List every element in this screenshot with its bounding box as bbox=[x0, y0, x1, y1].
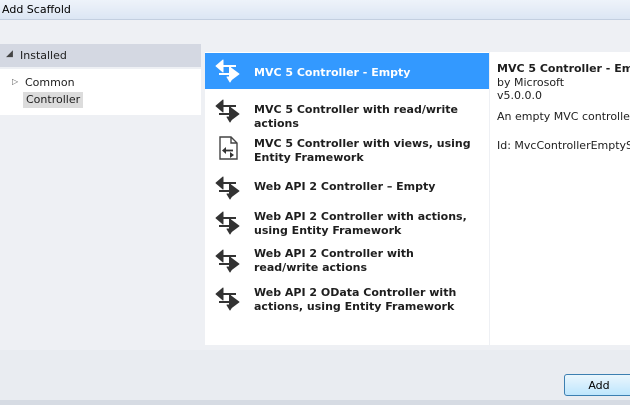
details-id: Id: MvcControllerEmptyScaffolder bbox=[497, 139, 630, 152]
scaffold-item-label: Web API 2 Controller with read/write act… bbox=[254, 247, 414, 274]
add-button[interactable]: Add bbox=[564, 374, 630, 396]
scaffold-item-mvc5-empty[interactable]: MVC 5 Controller - Empty bbox=[205, 53, 489, 89]
window-bottom-edge bbox=[0, 400, 630, 405]
details-title: MVC 5 Controller - Empty bbox=[497, 62, 630, 75]
scaffold-item-label: MVC 5 Controller - Empty bbox=[254, 66, 411, 79]
scaffold-item-webapi2-empty[interactable]: Web API 2 Controller – Empty bbox=[205, 173, 489, 203]
controller-arrows-icon bbox=[215, 59, 240, 83]
controller-arrows-icon bbox=[215, 176, 240, 200]
tree-item-controller[interactable]: Controller bbox=[23, 92, 84, 108]
controller-arrows-icon bbox=[215, 211, 240, 235]
details-description: An empty MVC controller. bbox=[497, 110, 630, 123]
scaffold-item-label: MVC 5 Controller with read/write actions bbox=[254, 103, 458, 130]
scaffold-item-webapi2-actions-ef[interactable]: Web API 2 Controller with actions, using… bbox=[205, 206, 489, 240]
collapse-triangle-icon[interactable]: ◢ bbox=[6, 49, 13, 59]
scaffold-item-mvc5-views-ef[interactable]: MVC 5 Controller with views, using Entit… bbox=[205, 132, 489, 166]
scaffold-item-webapi2-odata-ef[interactable]: Web API 2 OData Controller with actions,… bbox=[205, 282, 489, 316]
category-tree: ▷ Common Controller bbox=[0, 69, 201, 115]
controller-views-icon bbox=[219, 136, 238, 160]
details-version: v5.0.0.0 bbox=[497, 89, 542, 102]
dialog-footer: Add bbox=[0, 350, 630, 405]
scaffold-item-label: Web API 2 Controller with actions, using… bbox=[254, 210, 467, 237]
scaffold-item-label: MVC 5 Controller with views, using Entit… bbox=[254, 137, 471, 164]
controller-arrows-icon bbox=[215, 99, 240, 123]
scaffold-list: MVC 5 Controller - Empty MVC 5 Controlle… bbox=[205, 52, 489, 345]
title-bar: Add Scaffold bbox=[0, 0, 630, 20]
scaffold-item-label: Web API 2 OData Controller with actions,… bbox=[254, 286, 457, 313]
details-author: by Microsoft bbox=[497, 76, 565, 89]
controller-arrows-icon bbox=[215, 249, 240, 273]
tree-item-label: Common bbox=[25, 76, 75, 89]
expand-triangle-icon[interactable]: ▷ bbox=[12, 77, 18, 86]
scaffold-item-mvc5-readwrite[interactable]: MVC 5 Controller with read/write actions bbox=[205, 96, 489, 130]
tree-item-label: Controller bbox=[26, 93, 81, 106]
installed-label: Installed bbox=[20, 49, 67, 62]
window-title: Add Scaffold bbox=[2, 3, 71, 16]
details-panel: MVC 5 Controller - Empty by Microsoft v5… bbox=[490, 52, 630, 345]
scaffold-item-webapi2-readwrite[interactable]: Web API 2 Controller with read/write act… bbox=[205, 244, 489, 278]
installed-header[interactable]: ◢ Installed bbox=[0, 44, 201, 67]
controller-arrows-icon bbox=[215, 287, 240, 311]
tree-item-common[interactable]: ▷ Common bbox=[12, 76, 112, 91]
scaffold-item-label: Web API 2 Controller – Empty bbox=[254, 180, 436, 193]
